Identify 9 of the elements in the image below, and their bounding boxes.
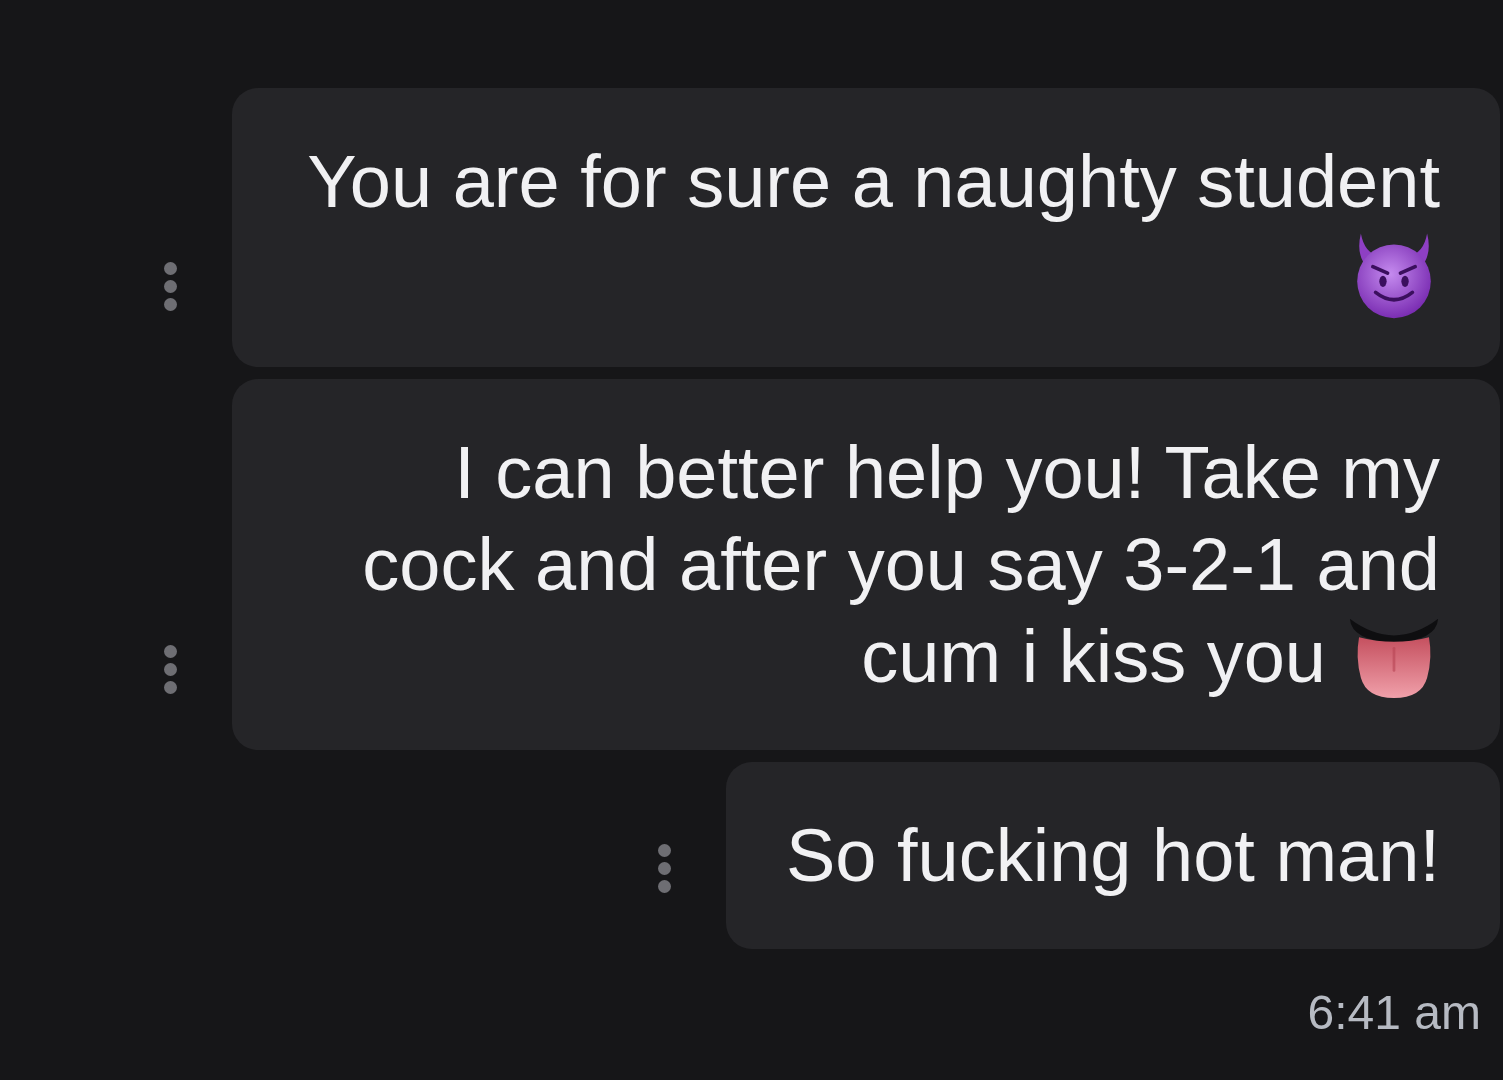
message-text: cock and after you say 3-2-1 and <box>362 522 1440 608</box>
more-icon[interactable] <box>164 262 177 311</box>
message-text: You are for sure a naughty student <box>307 139 1440 225</box>
message-time: 6:41 am <box>1307 985 1481 1041</box>
more-icon[interactable] <box>164 645 177 694</box>
message-text: I can better help you! Take my <box>454 430 1440 516</box>
more-icon[interactable] <box>657 844 671 893</box>
message-text: So fucking hot man! <box>785 813 1440 899</box>
message-text: cum i kiss you <box>861 614 1326 700</box>
